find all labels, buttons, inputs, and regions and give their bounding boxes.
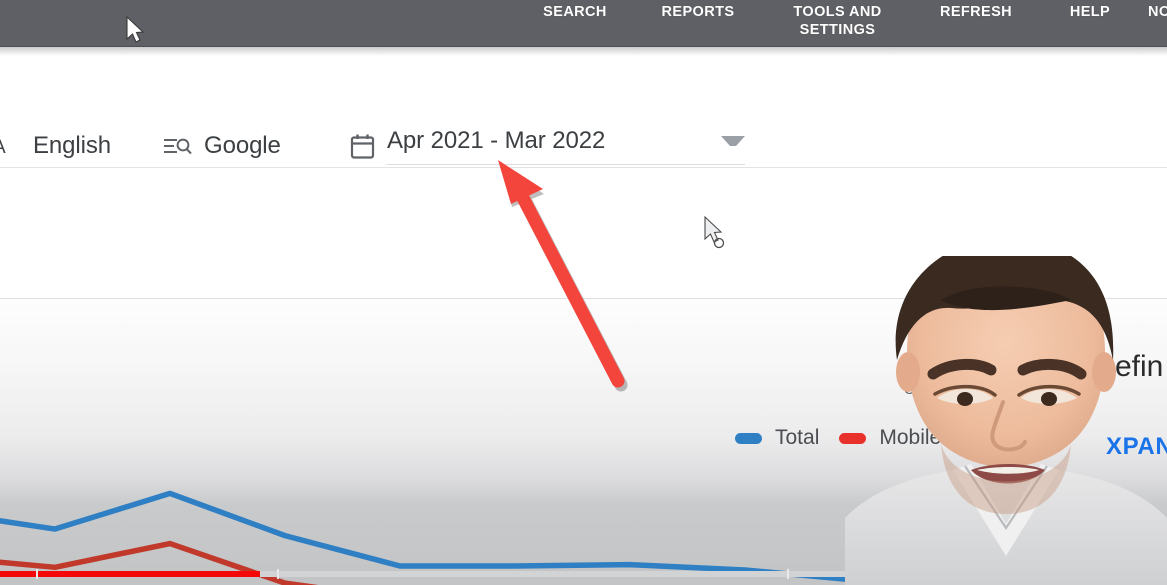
- svg-text:A: A: [0, 137, 6, 158]
- scrubber-chapter-tick: [277, 569, 279, 579]
- presenter-figure: [845, 256, 1167, 585]
- source-filter[interactable]: Google: [163, 132, 281, 160]
- top-navigation-bar: SEARCH REPORTS TOOLS AND SETTINGS REFRES…: [0, 0, 1167, 47]
- presenter-webcam-overlay: [845, 256, 1167, 585]
- nav-help[interactable]: HELP: [1063, 2, 1117, 22]
- language-filter-label: English: [33, 132, 112, 159]
- nav-reports[interactable]: REPORTS: [657, 2, 739, 22]
- chevron-down-icon[interactable]: [721, 136, 745, 146]
- source-filter-label: Google: [204, 132, 281, 159]
- nav-notifications[interactable]: NO: [1148, 2, 1167, 22]
- scrubber-chapter-tick: [787, 569, 789, 579]
- scrubber-chapter-tick: [36, 569, 38, 579]
- video-scrubber-progress[interactable]: [0, 571, 260, 577]
- legend-label-total: Total: [775, 426, 820, 449]
- legend-swatch-total: [735, 432, 762, 444]
- date-range-field[interactable]: Apr 2021 - Mar 2022: [387, 127, 745, 165]
- date-range-value: Apr 2021 - Mar 2022: [387, 127, 606, 154]
- date-range-filter[interactable]: Apr 2021 - Mar 2022: [350, 127, 745, 165]
- legend-item-total[interactable]: Total: [735, 426, 819, 450]
- search-source-icon: [163, 132, 193, 160]
- nav-search[interactable]: SEARCH: [540, 2, 610, 22]
- screen-root: SEARCH REPORTS TOOLS AND SETTINGS REFRES…: [0, 0, 1167, 585]
- language-icon: A: [0, 132, 22, 160]
- top-navigation-items: SEARCH REPORTS TOOLS AND SETTINGS REFRES…: [0, 0, 1167, 47]
- chart-line-total: [0, 490, 863, 584]
- calendar-icon: [350, 133, 376, 160]
- nav-tools-and-settings[interactable]: TOOLS AND SETTINGS: [780, 2, 895, 39]
- topbar-shadow: [0, 47, 1167, 56]
- filter-bar: A English Google: [0, 56, 1167, 168]
- nav-refresh[interactable]: REFRESH: [933, 2, 1019, 22]
- language-filter[interactable]: A English: [0, 132, 111, 160]
